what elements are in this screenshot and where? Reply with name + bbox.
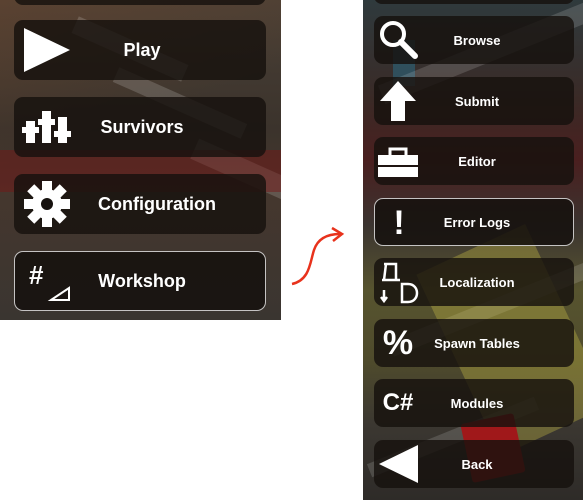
modules-label: Modules [450,395,504,411]
cropped-menu-button[interactable] [374,0,574,4]
browse-label: Browse [453,32,501,48]
play-label: Play [123,39,161,60]
localization-button[interactable]: Localization [374,258,574,306]
editor-label: Editor [458,153,496,169]
spawn-tables-button[interactable]: % Spawn Tables [374,319,574,367]
editor-button[interactable]: Editor [374,137,574,185]
configuration-button[interactable]: Configuration [14,174,266,234]
configuration-label: Configuration [98,193,216,214]
browse-button[interactable]: Browse [374,16,574,64]
localization-label: Localization [439,274,515,290]
error-logs-label: Error Logs [443,214,511,230]
survivors-label: Survivors [100,116,184,137]
back-label: Back [461,456,493,472]
workshop-button[interactable]: # Workshop [14,251,266,311]
spawn-tables-label: Spawn Tables [434,335,520,351]
workshop-label: Workshop [98,270,186,291]
play-button[interactable]: Play [14,20,266,80]
modules-button[interactable]: C# Modules [374,379,574,427]
submit-button[interactable]: Submit [374,77,574,125]
back-button[interactable]: Back [374,440,574,488]
survivors-button[interactable]: Survivors [14,97,266,157]
submit-label: Submit [454,93,500,109]
error-logs-button[interactable]: ! Error Logs [374,198,574,246]
cropped-menu-button[interactable] [14,0,266,5]
transition-arrow [291,226,345,286]
